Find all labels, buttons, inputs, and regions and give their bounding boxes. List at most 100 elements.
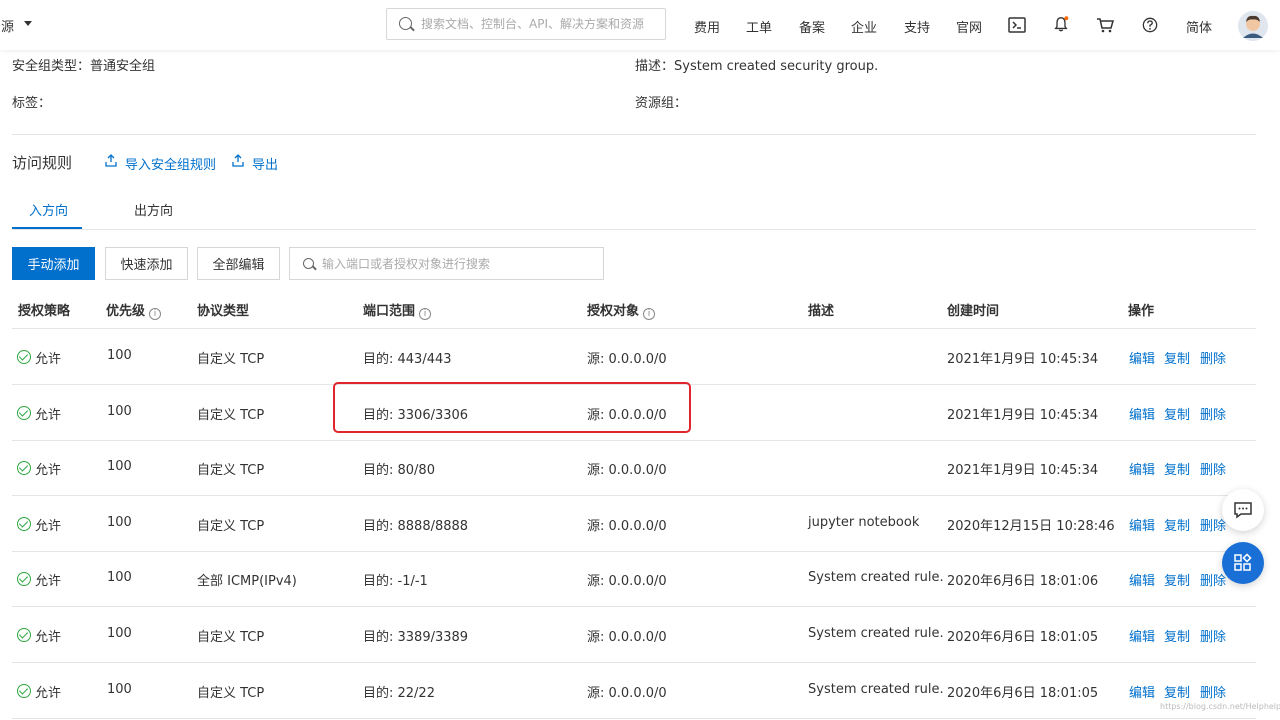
delete-link[interactable]: 删除 [1200,570,1226,589]
delete-link[interactable]: 删除 [1200,515,1226,534]
edit-link[interactable]: 编辑 [1129,459,1155,478]
check-circle-icon [17,516,31,531]
cell-source: 源: 0.0.0.0/0 [587,685,667,701]
edit-link[interactable]: 编辑 [1129,682,1155,701]
cell-policy: 允许 [35,352,62,367]
table-row: 允许 100 自定义 TCP 目的: 443/443 源: 0.0.0.0/0 2021年… [12,329,1256,385]
search-icon [303,258,314,269]
nav-tickets[interactable]: 工单 [746,17,772,36]
copy-link[interactable]: 复制 [1164,570,1190,589]
info-icon[interactable]: i [643,308,656,320]
cell-priority: 100 [107,626,132,641]
avatar[interactable] [1238,11,1268,41]
cell-port-range: 目的: 8888/8888 [363,518,469,534]
header-source: 授权对象 i [587,300,656,320]
table-header: 授权策略 优先级 i 协议类型 端口范围 i 授权对象 i 描述 创建时间 操作 [12,288,1256,329]
cell-policy: 允许 [35,685,62,701]
top-navigation: 资源 费用 工单 备案 企业 支持 官网 简体 [0,0,1280,50]
cell-description: System created rule. [808,681,944,697]
tabs-divider [12,229,1256,230]
terminal-icon[interactable] [1008,17,1026,33]
check-circle-icon [17,572,31,587]
cell-protocol: 自定义 TCP [197,518,265,534]
copy-link[interactable]: 复制 [1164,682,1190,701]
security-group-type: 安全组类型：普通安全组 [12,59,156,74]
rule-search-input[interactable] [322,255,592,273]
cell-description: jupyter notebook [808,514,920,530]
security-group-resource-group: 资源组： [635,96,688,111]
delete-link[interactable]: 删除 [1200,404,1226,423]
upload-icon [105,154,117,167]
quick-add-button[interactable]: 快速添加 [105,247,188,280]
cart-icon[interactable] [1096,17,1114,33]
edit-link[interactable]: 编辑 [1129,626,1155,645]
manual-add-button[interactable]: 手动添加 [12,247,95,280]
bell-icon[interactable] [1052,16,1070,32]
cell-source: 源: 0.0.0.0/0 [587,630,667,645]
nav-fees[interactable]: 费用 [694,17,720,36]
tab-inbound[interactable]: 入方向 [29,200,68,219]
cell-source: 源: 0.0.0.0/0 [587,463,667,479]
delete-link[interactable]: 删除 [1200,459,1226,478]
delete-link[interactable]: 删除 [1200,626,1226,645]
tab-outbound[interactable]: 出方向 [134,200,173,219]
nav-support[interactable]: 支持 [904,17,930,36]
check-circle-icon [17,683,31,698]
cell-port-range: 目的: 80/80 [363,463,435,479]
help-icon[interactable] [1141,17,1159,33]
nav-icp[interactable]: 备案 [799,17,825,36]
security-group-description: 描述：System created security group. [635,59,879,74]
cell-protocol: 自定义 TCP [197,630,265,645]
export-link[interactable]: 导出 [252,154,278,173]
cell-created-time: 2020年6月6日 18:01:05 [947,630,1099,645]
global-search-input[interactable] [421,15,659,33]
watermark: https://blog.csdn.net/Helphelp [1160,702,1280,711]
cell-protocol: 自定义 TCP [197,685,265,701]
info-icon[interactable]: i [419,308,432,320]
cell-description: System created rule. [808,570,944,586]
check-circle-icon [17,461,31,476]
chat-button[interactable] [1222,489,1264,531]
check-circle-icon [17,405,31,420]
edit-link[interactable]: 编辑 [1129,348,1155,367]
cell-port-range: 目的: -1/-1 [363,574,428,590]
chevron-down-icon [24,21,32,26]
divider [12,134,1256,135]
edit-link[interactable]: 编辑 [1129,570,1155,589]
copy-link[interactable]: 复制 [1164,404,1190,423]
copy-link[interactable]: 复制 [1164,459,1190,478]
edit-link[interactable]: 编辑 [1129,515,1155,534]
apps-button[interactable] [1222,542,1264,584]
header-created-time: 创建时间 [947,304,1000,319]
cell-policy: 允许 [35,630,62,645]
table-row: 允许 100 自定义 TCP 目的: 8888/8888 源: 0.0.0.0/0 jup… [12,496,1256,552]
cell-created-time: 2021年1月9日 10:45:34 [947,407,1099,423]
nav-enterprise[interactable]: 企业 [851,17,877,36]
edit-link[interactable]: 编辑 [1129,404,1155,423]
check-circle-icon [17,628,31,642]
import-rules-link[interactable]: 导入安全组规则 [125,154,216,173]
table-row: 允许 100 自定义 TCP 目的: 22/22 源: 0.0.0.0/0 System … [12,663,1256,719]
info-icon[interactable]: i [149,308,162,320]
nav-official-site[interactable]: 官网 [956,17,982,36]
edit-all-button[interactable]: 全部编辑 [197,247,280,280]
table-row: 允许 100 自定义 TCP 目的: 80/80 源: 0.0.0.0/0 2021年1月… [12,440,1256,497]
copy-link[interactable]: 复制 [1164,348,1190,367]
cell-priority: 100 [107,514,132,530]
copy-link[interactable]: 复制 [1164,626,1190,645]
resource-menu[interactable]: 资源 [0,16,14,35]
cell-port-range: 目的: 22/22 [363,685,435,701]
chat-icon [1234,502,1252,519]
access-rules-title: 访问规则 [12,154,73,172]
copy-link[interactable]: 复制 [1164,515,1190,534]
language-switch[interactable]: 简体 [1186,17,1212,36]
export-icon [232,154,244,167]
delete-link[interactable]: 删除 [1200,348,1226,367]
cell-policy: 允许 [35,574,62,590]
delete-link[interactable]: 删除 [1200,682,1226,701]
cell-priority: 100 [107,681,132,697]
header-priority: 优先级 i [106,300,162,320]
check-circle-icon [17,350,31,364]
cell-description: System created rule. [808,626,944,641]
header-actions: 操作 [1128,304,1155,319]
